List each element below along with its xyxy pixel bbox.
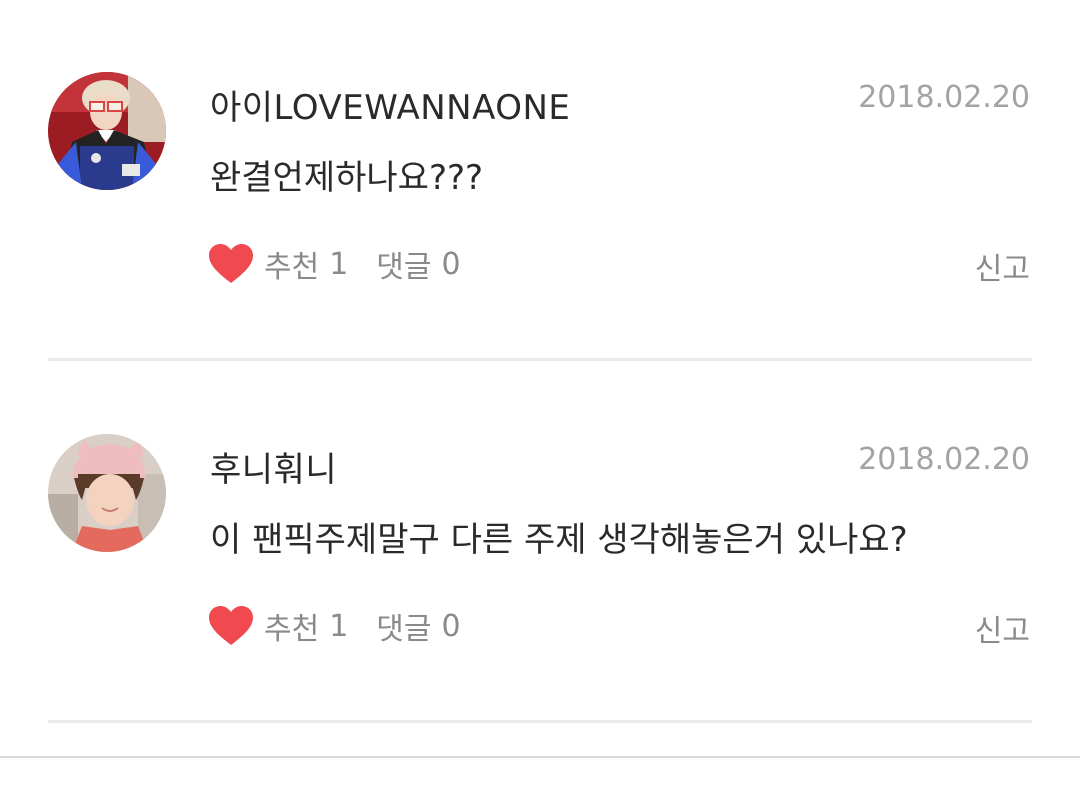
reply-button[interactable]: 댓글 [376, 604, 431, 648]
comment-list: 아이LOVEWANNAONE 2018.02.20 완결언제하나요??? 추천 … [0, 0, 1080, 724]
comment-date: 2018.02.20 [858, 442, 1030, 477]
comment-author[interactable]: 아이LOVEWANNAONE [210, 80, 570, 129]
like-count: 1 [329, 246, 349, 282]
bottom-divider [0, 756, 1080, 758]
comment-text: 이 팬픽주제말구 다른 주제 생각해놓은거 있나요? [210, 520, 908, 560]
reply-count: 0 [441, 608, 461, 644]
like-label[interactable]: 추천 [264, 242, 319, 286]
report-button[interactable]: 신고 [975, 244, 1030, 288]
reply-button[interactable]: 댓글 [376, 242, 431, 286]
avatar[interactable] [48, 72, 166, 190]
heart-icon[interactable] [208, 605, 254, 647]
comment-text: 완결언제하나요??? [210, 158, 484, 198]
comment-date: 2018.02.20 [858, 80, 1030, 115]
comment-actions: 추천 1 댓글 0 [208, 602, 461, 650]
comment-item: 후니훠니 2018.02.20 이 팬픽주제말구 다른 주제 생각해놓은거 있나… [0, 362, 1080, 724]
report-button[interactable]: 신고 [975, 606, 1030, 650]
like-label[interactable]: 추천 [264, 604, 319, 648]
heart-icon[interactable] [208, 243, 254, 285]
divider [48, 358, 1032, 361]
comment-author[interactable]: 후니훠니 [210, 442, 337, 491]
divider [48, 720, 1032, 723]
comment-actions: 추천 1 댓글 0 [208, 240, 461, 288]
like-count: 1 [329, 608, 349, 644]
comment-item: 아이LOVEWANNAONE 2018.02.20 완결언제하나요??? 추천 … [0, 0, 1080, 362]
avatar[interactable] [48, 434, 166, 552]
reply-count: 0 [441, 246, 461, 282]
